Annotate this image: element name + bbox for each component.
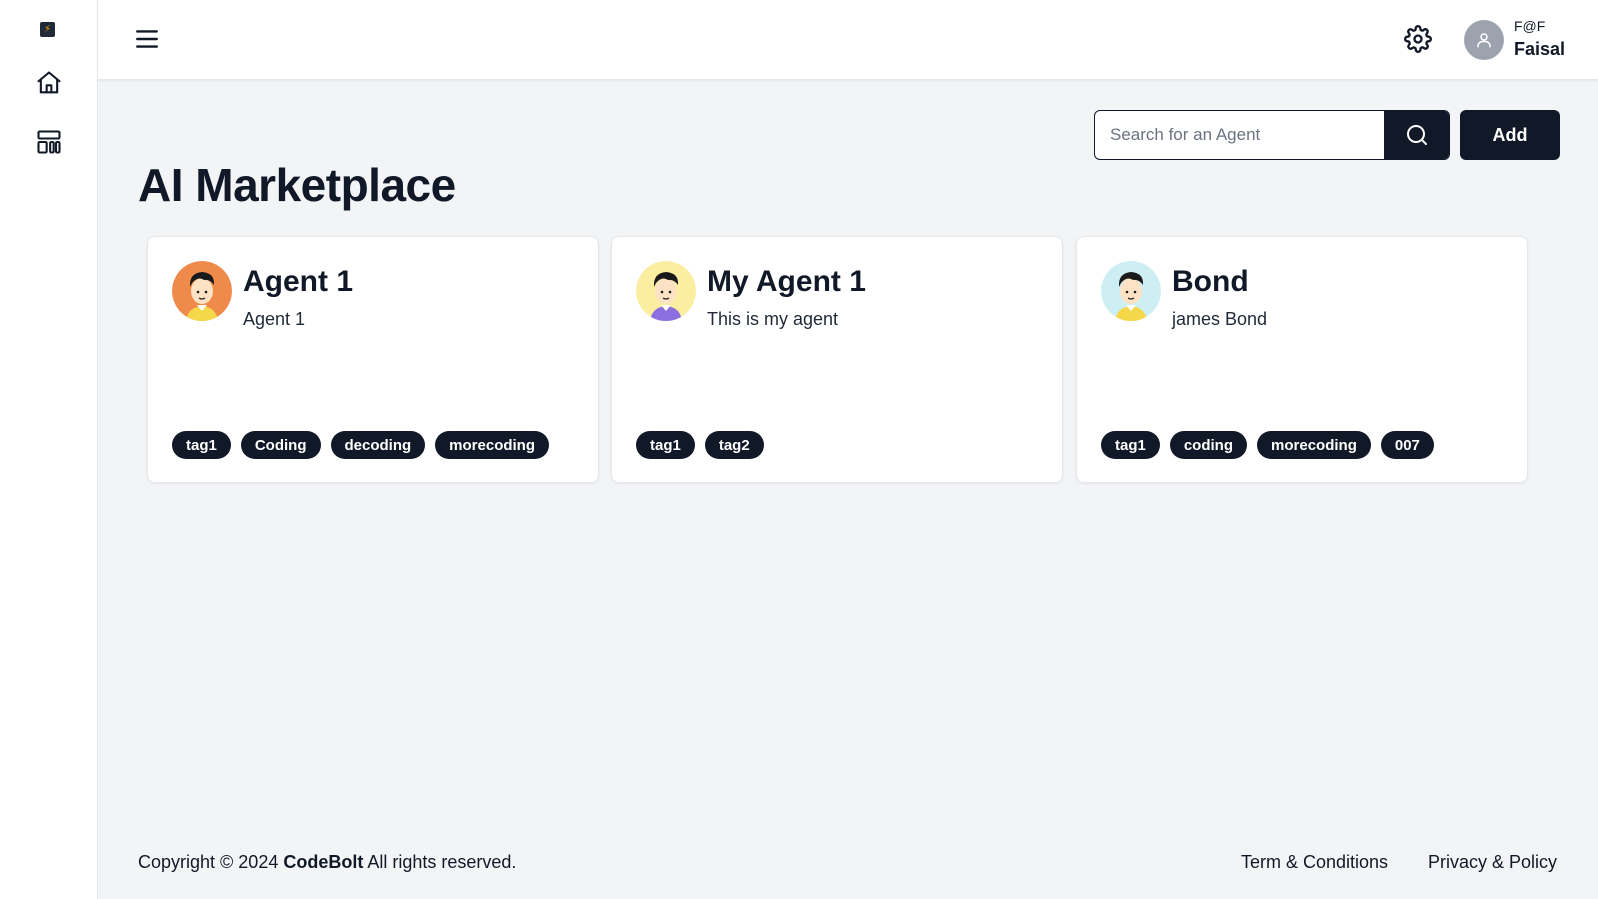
home-icon[interactable] (33, 67, 65, 99)
agent-card[interactable]: My Agent 1 This is my agent tag1 tag2 (611, 236, 1063, 483)
terms-link[interactable]: Term & Conditions (1241, 852, 1388, 873)
agent-card[interactable]: Bond james Bond tag1 coding morecoding 0… (1076, 236, 1528, 483)
tag-list: tag1 Coding decoding morecoding (172, 431, 550, 459)
search-box (1094, 110, 1450, 160)
tag[interactable]: tag2 (704, 431, 764, 459)
agent-description: james Bond (1172, 309, 1268, 329)
tag[interactable]: tag1 (172, 431, 231, 459)
layout-icon[interactable] (33, 126, 65, 158)
tag[interactable]: coding (1169, 431, 1248, 459)
agent-card[interactable]: Agent 1 Agent 1 tag1 Coding decoding mor… (147, 236, 599, 483)
agent-description: Agent 1 (243, 309, 306, 329)
search-button[interactable] (1384, 111, 1449, 159)
agent-avatar (1101, 261, 1161, 321)
gear-icon[interactable] (1403, 24, 1433, 54)
agent-name: Agent 1 (243, 265, 354, 298)
tag[interactable]: decoding (330, 431, 426, 459)
copyright-suffix: All rights reserved. (367, 852, 517, 872)
tag[interactable]: morecoding (1257, 431, 1371, 459)
user-name: Faisal (1514, 39, 1566, 59)
brand-name: CodeBolt (283, 852, 364, 872)
privacy-link[interactable]: Privacy & Policy (1428, 852, 1557, 873)
agent-name: My Agent 1 (707, 265, 866, 298)
agent-name: Bond (1172, 265, 1249, 298)
page-title: AI Marketplace (138, 159, 456, 211)
agent-avatar (172, 261, 232, 321)
tag[interactable]: tag1 (636, 431, 695, 459)
bolt-logo[interactable]: ⚡ (40, 22, 55, 37)
sidebar: ⚡ (0, 0, 98, 899)
tag[interactable]: morecoding (435, 431, 550, 459)
tag-list: tag1 tag2 (636, 431, 764, 459)
agent-description: This is my agent (707, 309, 839, 329)
copyright-text: Copyright © 2024 CodeBolt All rights res… (138, 852, 516, 873)
copyright-prefix: Copyright © 2024 (138, 852, 279, 872)
top-bar: F@F Faisal (98, 0, 1598, 80)
agent-avatar (636, 261, 696, 321)
tag[interactable]: 007 (1380, 431, 1434, 459)
search-icon (1406, 125, 1427, 145)
tag-list: tag1 coding morecoding 007 (1101, 431, 1434, 459)
tag[interactable]: Coding (240, 431, 321, 459)
add-button[interactable]: Add (1460, 110, 1560, 160)
search-input[interactable] (1095, 111, 1384, 159)
tag[interactable]: tag1 (1101, 431, 1160, 459)
hamburger-menu-icon[interactable] (134, 26, 160, 52)
user-avatar[interactable] (1464, 20, 1504, 60)
user-handle: F@F (1514, 18, 1546, 34)
